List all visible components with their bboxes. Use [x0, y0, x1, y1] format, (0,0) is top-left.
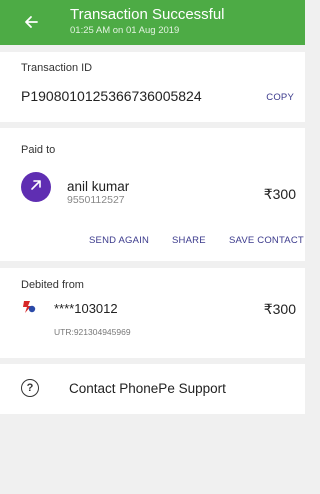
paid-amount: ₹300	[263, 186, 296, 202]
arrow-up-right-icon	[29, 178, 43, 197]
recipient-name: anil kumar	[67, 179, 130, 194]
transaction-id-card: Transaction ID P1908010125366736005824 C…	[0, 52, 305, 122]
share-button[interactable]: SHARE	[172, 235, 206, 246]
transaction-timestamp: 01:25 AM on 01 Aug 2019	[70, 25, 180, 36]
contact-support-link[interactable]: Contact PhonePe Support	[69, 381, 226, 396]
paid-to-card: Paid to anil kumar 9550112527 ₹300 SEND …	[0, 128, 305, 261]
debited-from-label: Debited from	[21, 279, 84, 291]
transaction-id-value: P1908010125366736005824	[21, 88, 202, 104]
account-number: ****103012	[54, 301, 118, 316]
support-card[interactable]: ? Contact PhonePe Support	[0, 364, 305, 414]
page-title: Transaction Successful	[70, 6, 225, 23]
bank-logo-icon	[21, 299, 37, 315]
debited-amount: ₹300	[263, 301, 296, 317]
utr-number: UTR:921304945969	[54, 327, 131, 337]
paid-to-label: Paid to	[21, 144, 56, 156]
transaction-id-label: Transaction ID	[21, 62, 93, 74]
help-icon: ?	[21, 379, 39, 397]
copy-button[interactable]: COPY	[266, 92, 294, 103]
send-again-button[interactable]: SEND AGAIN	[89, 235, 149, 246]
recipient-phone: 9550112527	[67, 194, 125, 206]
back-arrow-icon[interactable]	[18, 9, 44, 35]
header-bar: Transaction Successful 01:25 AM on 01 Au…	[0, 0, 305, 45]
recipient-avatar	[21, 172, 51, 202]
debited-from-card: Debited from ****103012 ₹300 UTR:9213049…	[0, 268, 305, 358]
save-contact-button[interactable]: SAVE CONTACT	[229, 235, 304, 246]
